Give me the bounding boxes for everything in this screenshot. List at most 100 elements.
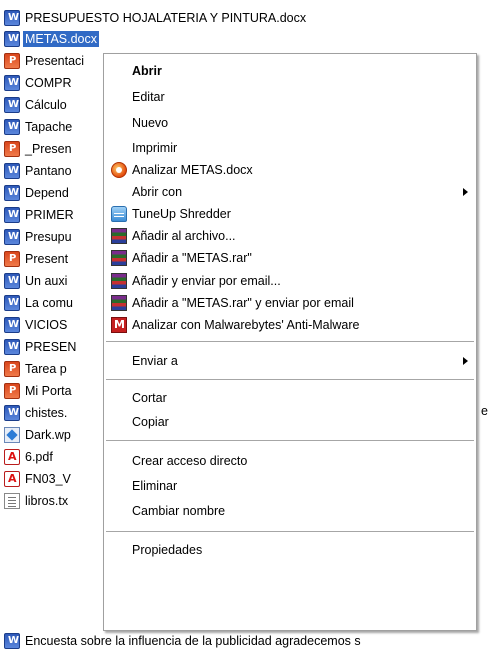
- word-doc-icon: [4, 10, 20, 26]
- file-item[interactable]: Cálculo: [4, 95, 69, 115]
- submenu-arrow-icon: [463, 188, 468, 196]
- file-name: Tarea p: [25, 362, 67, 376]
- file-name: _Presen: [25, 142, 72, 156]
- file-item[interactable]: Tapache: [4, 117, 74, 137]
- menu-separator: [106, 379, 474, 380]
- file-name: Presupu: [25, 230, 72, 244]
- file-item[interactable]: PRIMER: [4, 205, 76, 225]
- file-item[interactable]: Presentaci: [4, 51, 86, 71]
- file-item[interactable]: Depend: [4, 183, 71, 203]
- file-item[interactable]: _Presen: [4, 139, 74, 159]
- word-doc-icon: [4, 339, 20, 355]
- menu-item-label: Añadir a "METAS.rar" y enviar por email: [132, 296, 354, 310]
- powerpoint-icon: [4, 53, 20, 69]
- wordpad-icon: [4, 427, 20, 443]
- menu-item-anadir-rar-email[interactable]: Añadir a "METAS.rar" y enviar por email: [104, 291, 476, 315]
- file-item[interactable]: libros.tx: [4, 491, 70, 511]
- file-name: PRESEN: [25, 340, 77, 354]
- file-name: Presentaci: [25, 54, 85, 68]
- word-doc-icon: [4, 31, 20, 47]
- menu-separator: [106, 531, 474, 532]
- winrar-icon: [111, 250, 127, 266]
- menu-item-cambiar-nombre[interactable]: Cambiar nombre: [104, 499, 476, 523]
- menu-item-tuneup-shredder[interactable]: TuneUp Shredder: [104, 202, 476, 226]
- file-item[interactable]: COMPR: [4, 73, 74, 93]
- file-item[interactable]: Presupu: [4, 227, 74, 247]
- menu-item-malwarebytes[interactable]: Analizar con Malwarebytes' Anti-Malware: [104, 313, 476, 337]
- word-doc-icon: [4, 295, 20, 311]
- word-doc-icon: [4, 633, 20, 649]
- menu-item-cortar[interactable]: Cortar: [104, 386, 476, 410]
- file-item[interactable]: VICIOS: [4, 315, 69, 335]
- word-doc-icon: [4, 317, 20, 333]
- powerpoint-icon: [4, 361, 20, 377]
- word-doc-icon: [4, 163, 20, 179]
- pdf-icon: [4, 449, 20, 465]
- menu-separator: [106, 341, 474, 342]
- word-doc-icon: [4, 119, 20, 135]
- file-item-presupuesto-hojalateria[interactable]: PRESUPUESTO HOJALATERIA Y PINTURA.docx: [4, 8, 308, 28]
- menu-item-label: TuneUp Shredder: [132, 207, 231, 221]
- file-name: chistes.: [25, 406, 68, 420]
- file-item[interactable]: Tarea p: [4, 359, 69, 379]
- antivirus-scan-icon: [111, 162, 127, 178]
- shredder-icon: [111, 206, 127, 222]
- menu-item-propiedades[interactable]: Propiedades: [104, 538, 476, 562]
- menu-item-analizar[interactable]: Analizar METAS.docx: [104, 158, 476, 182]
- file-item[interactable]: Un auxi: [4, 271, 69, 291]
- menu-item-crear-acceso-directo[interactable]: Crear acceso directo: [104, 449, 476, 473]
- file-name: Pantano: [25, 164, 72, 178]
- file-item[interactable]: Dark.wp: [4, 425, 73, 445]
- menu-item-abrir[interactable]: Abrir: [104, 59, 476, 83]
- file-item[interactable]: FN03_V: [4, 469, 73, 489]
- file-name: VICIOS: [25, 318, 68, 332]
- file-item[interactable]: Encuesta sobre la influencia de la publi…: [4, 631, 363, 651]
- menu-item-label: Crear acceso directo: [132, 454, 248, 468]
- file-item[interactable]: PRESEN: [4, 337, 78, 357]
- menu-item-label: Añadir al archivo...: [132, 229, 236, 243]
- file-item[interactable]: Mi Porta: [4, 381, 74, 401]
- menu-item-imprimir[interactable]: Imprimir: [104, 136, 476, 160]
- menu-item-anadir-rar[interactable]: Añadir a "METAS.rar": [104, 246, 476, 270]
- menu-item-eliminar[interactable]: Eliminar: [104, 474, 476, 498]
- file-name: METAS.docx: [23, 31, 100, 47]
- winrar-icon: [111, 228, 127, 244]
- file-name: Dark.wp: [25, 428, 71, 442]
- menu-item-label: Abrir: [132, 64, 162, 78]
- menu-item-label: Eliminar: [132, 479, 178, 493]
- menu-item-label: Cambiar nombre: [132, 504, 226, 518]
- file-item[interactable]: chistes.: [4, 403, 69, 423]
- file-name: Depend: [25, 186, 69, 200]
- file-item[interactable]: 6.pdf: [4, 447, 55, 467]
- file-name: Un auxi: [25, 274, 68, 288]
- powerpoint-icon: [4, 383, 20, 399]
- word-doc-icon: [4, 273, 20, 289]
- file-name: FN03_V: [25, 472, 71, 486]
- menu-item-label: Añadir y enviar por email...: [132, 274, 281, 288]
- menu-item-editar[interactable]: Editar: [104, 85, 476, 109]
- menu-separator: [106, 440, 474, 441]
- file-name: Present: [25, 252, 69, 266]
- winrar-icon: [111, 273, 127, 289]
- file-name-overflow: e: [481, 404, 488, 418]
- file-item-metas-selected[interactable]: METAS.docx: [4, 29, 100, 49]
- file-item[interactable]: Present: [4, 249, 70, 269]
- menu-item-label: Abrir con: [132, 185, 183, 199]
- word-doc-icon: [4, 207, 20, 223]
- powerpoint-icon: [4, 251, 20, 267]
- menu-item-anadir-email[interactable]: Añadir y enviar por email...: [104, 269, 476, 293]
- file-name: COMPR: [25, 76, 72, 90]
- menu-item-enviar-a[interactable]: Enviar a: [104, 349, 476, 373]
- menu-item-label: Analizar con Malwarebytes' Anti-Malware: [132, 318, 360, 332]
- menu-item-abrir-con[interactable]: Abrir con: [104, 180, 476, 204]
- menu-item-nuevo[interactable]: Nuevo: [104, 111, 476, 135]
- file-name: PRIMER: [25, 208, 74, 222]
- file-item[interactable]: La comu: [4, 293, 75, 313]
- submenu-arrow-icon: [463, 357, 468, 365]
- word-doc-icon: [4, 229, 20, 245]
- menu-item-label: Nuevo: [132, 116, 169, 130]
- powerpoint-icon: [4, 141, 20, 157]
- file-item[interactable]: Pantano: [4, 161, 74, 181]
- menu-item-copiar[interactable]: Copiar: [104, 410, 476, 434]
- menu-item-anadir-archivo[interactable]: Añadir al archivo...: [104, 224, 476, 248]
